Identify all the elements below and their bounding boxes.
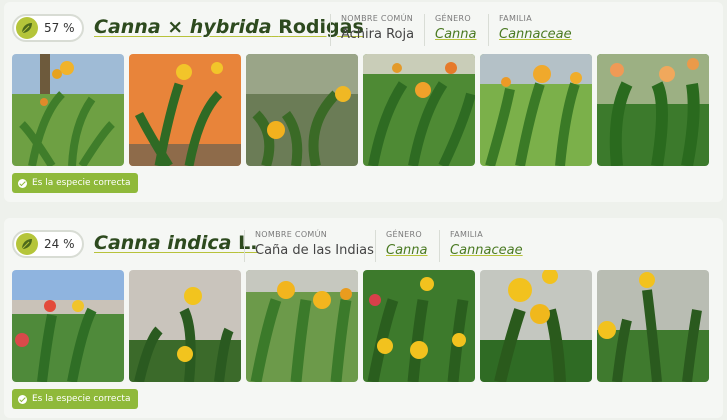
score-value: 57 % (44, 21, 75, 35)
family-field: FAMILIA Cannaceae (439, 230, 523, 262)
species-name: Canna indica (94, 232, 232, 254)
species-photo[interactable] (480, 270, 592, 382)
species-photo[interactable] (129, 270, 241, 382)
family-link[interactable]: Cannaceae (450, 243, 523, 258)
genus-field: GÉNERO Canna (424, 14, 477, 46)
genus-link[interactable]: Canna (386, 243, 428, 258)
leaf-icon (16, 17, 38, 39)
species-name: Canna × hybrida (94, 16, 272, 38)
check-circle-icon (18, 394, 27, 404)
family-link[interactable]: Cannaceae (499, 27, 572, 42)
correct-species-button[interactable]: Es la especie correcta (12, 173, 139, 193)
species-name-link[interactable]: Canna × hybrida Rodigas (94, 16, 364, 38)
genus-link[interactable]: Canna (435, 27, 477, 42)
score-pill: 57 % (12, 14, 84, 42)
species-photo[interactable] (12, 54, 124, 166)
leaf-icon (16, 233, 38, 255)
common-name: Achira Roja (341, 27, 415, 42)
common-name-field: NOMBRE COMÚN Caña de las Indias (244, 230, 374, 262)
species-name-link[interactable]: Canna indica L. (94, 232, 257, 254)
score-value: 24 % (44, 237, 75, 251)
family-field: FAMILIA Cannaceae (488, 14, 572, 46)
genus-field: GÉNERO Canna (375, 230, 428, 262)
correct-species-label: Es la especie correcta (32, 178, 131, 188)
species-photo[interactable] (363, 270, 475, 382)
species-photo[interactable] (129, 54, 241, 166)
common-name: Caña de las Indias (255, 243, 374, 258)
result-card[interactable]: 57 % Canna × hybrida Rodigas NOMBRE COMÚ… (4, 2, 723, 202)
result-card[interactable]: 24 % Canna indica L. NOMBRE COMÚN Caña d… (4, 218, 723, 418)
correct-species-button[interactable]: Es la especie correcta (12, 389, 139, 409)
species-photo[interactable] (480, 54, 592, 166)
correct-species-label: Es la especie correcta (32, 394, 131, 404)
common-name-field: NOMBRE COMÚN Achira Roja (330, 14, 414, 46)
species-photo[interactable] (363, 54, 475, 166)
species-photo[interactable] (12, 270, 124, 382)
species-photo[interactable] (597, 270, 709, 382)
score-pill: 24 % (12, 230, 84, 258)
check-circle-icon (18, 178, 27, 188)
species-photo[interactable] (597, 54, 709, 166)
species-photo[interactable] (246, 270, 358, 382)
species-photo[interactable] (246, 54, 358, 166)
